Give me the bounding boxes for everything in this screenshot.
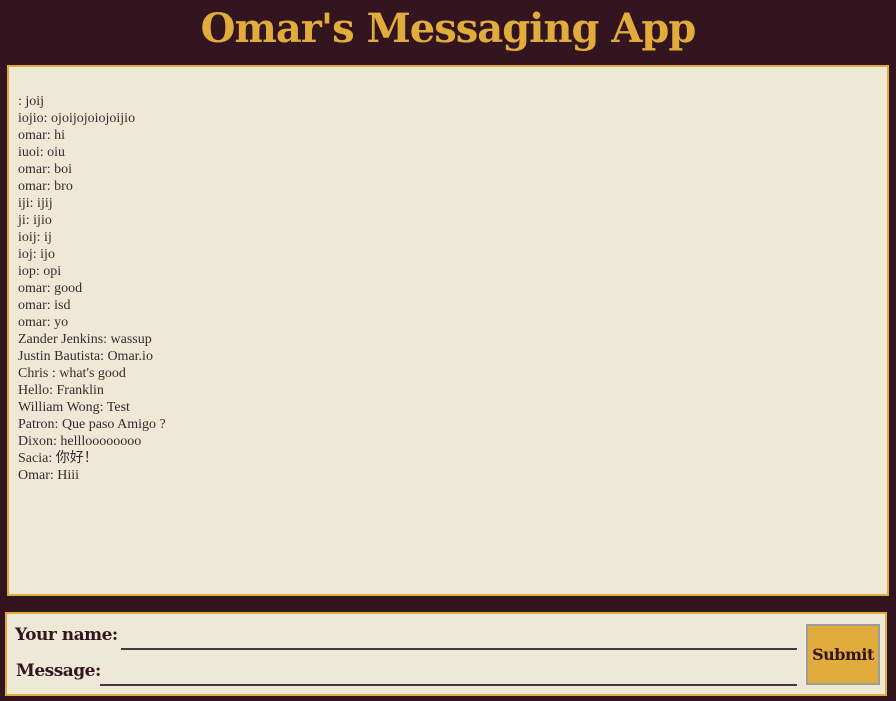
name-input[interactable] xyxy=(121,630,797,650)
message-item: : joij xyxy=(18,94,45,109)
message-item: Zander Jenkins: wassup xyxy=(18,332,152,347)
message-item: Chris : what's good xyxy=(18,366,126,381)
message-panel[interactable]: : joij iojio: ojoijojoiojoijio omar: hi iuo… xyxy=(7,65,889,596)
message-item: ji: ijio xyxy=(18,213,52,228)
message-item: Patron: Que paso Amigo ? xyxy=(18,417,166,432)
message-item: Dixon: hellloooooooo xyxy=(18,434,142,449)
message-item: Omar: Hiii xyxy=(18,468,80,483)
message-item: omar: boi xyxy=(18,162,73,177)
message-item: omar: good xyxy=(18,281,83,296)
message-item: iojio: ojoijojoiojoijio xyxy=(18,111,136,126)
message-label: Message: xyxy=(16,661,101,681)
message-form: Your name: Message: Submit xyxy=(5,612,887,696)
message-item: Justin Bautista: Omar.io xyxy=(18,349,153,364)
message-input[interactable] xyxy=(100,666,797,686)
message-item: omar: isd xyxy=(18,298,71,313)
message-item: William Wong: Test xyxy=(18,400,130,415)
message-item: iji: ijij xyxy=(18,196,53,211)
app-title: Omar's Messaging App xyxy=(200,5,697,52)
message-item: ioij: ij xyxy=(18,230,52,245)
message-item: iuoi: oiu xyxy=(18,145,66,160)
submit-button[interactable]: Submit xyxy=(806,624,880,685)
message-item: omar: hi xyxy=(18,128,66,143)
message-item: omar: bro xyxy=(18,179,73,194)
message-item: iop: opi xyxy=(18,264,62,279)
message-item: Hello: Franklin xyxy=(18,383,104,398)
message-item: ioj: ijo xyxy=(18,247,55,262)
message-list: : joij iojio: ojoijojoiojoijio omar: hi iuo… xyxy=(18,93,166,484)
name-label: Your name: xyxy=(15,625,118,645)
message-item: omar: yo xyxy=(18,315,69,330)
message-item: Sacia: 你好！ xyxy=(18,451,98,466)
